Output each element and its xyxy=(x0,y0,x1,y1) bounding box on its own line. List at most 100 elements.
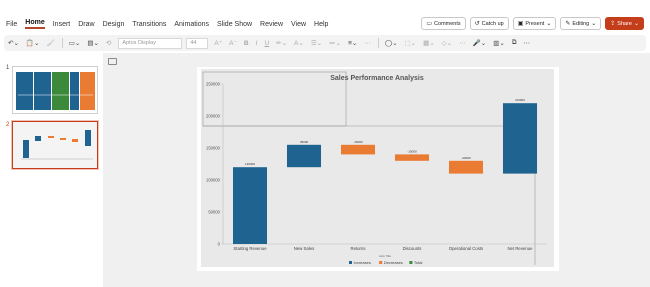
add-ins-icon[interactable]: ⧉ xyxy=(512,39,517,47)
menu-home[interactable]: Home xyxy=(25,19,45,29)
bar-operational-costs[interactable] xyxy=(448,160,484,174)
editing-button[interactable]: ✎ Editing ⌄ xyxy=(560,17,602,30)
menu-insert[interactable]: Insert xyxy=(53,21,71,28)
align-icon[interactable]: ≡⌄ xyxy=(348,39,357,47)
bar-starting-revenue[interactable] xyxy=(232,167,268,244)
bar-data-label: -15000 xyxy=(353,140,363,144)
pencil-icon: ✎ xyxy=(565,21,571,27)
font-color-icon[interactable]: A⌄ xyxy=(294,39,304,47)
ribbon-toolbar: ↶⌄ 📋⌄ 🖌 ▭⌄ ▤⌄ ⟲ Aptos Display 44 A⁺ A⁻ B… xyxy=(4,35,646,51)
menu-help[interactable]: Help xyxy=(314,21,328,28)
share-label: Share xyxy=(617,20,632,27)
shape-outline-icon[interactable]: ◇⌄ xyxy=(442,39,452,47)
slide-thumbnail-2[interactable] xyxy=(11,120,99,170)
bar-net-revenue[interactable] xyxy=(502,103,538,174)
legend-label: Increases xyxy=(354,260,371,265)
designer-icon[interactable]: ▥⌄ xyxy=(493,39,505,47)
menu-file[interactable]: File xyxy=(6,21,17,28)
decrease-font-icon[interactable]: A⁻ xyxy=(229,39,237,47)
x-tick-label: Starting Revenue xyxy=(233,246,267,251)
slide-2-preview xyxy=(13,122,97,168)
menu-view[interactable]: View xyxy=(291,21,306,28)
present-button[interactable]: ▣ Present ⌄ xyxy=(512,17,557,30)
thumbnail-number: 1 xyxy=(6,65,10,71)
menu-slide-show[interactable]: Slide Show xyxy=(217,21,252,28)
legend-label: Decreases xyxy=(384,260,403,265)
legend-swatch xyxy=(379,261,383,264)
legend-swatch xyxy=(349,261,352,264)
catchup-label: Catch up xyxy=(481,20,504,27)
bar-new-sales[interactable] xyxy=(286,144,322,168)
chart-object[interactable]: Sales Performance Analysis 0 50000 100000 1… xyxy=(201,69,554,267)
x-tick-label: Discounts xyxy=(403,246,422,251)
bar-data-label: -20000 xyxy=(461,156,471,160)
menu-review[interactable]: Review xyxy=(260,21,283,28)
x-tick-label: New Sales xyxy=(294,246,315,251)
legend-swatch xyxy=(409,261,413,264)
menu-design[interactable]: Design xyxy=(103,21,125,28)
y-tick-label: 250000 xyxy=(206,82,221,87)
dictate-icon[interactable]: 🎤⌄ xyxy=(473,39,487,47)
catchup-button[interactable]: ↺ Catch up xyxy=(469,17,509,30)
waterfall-chart: Sales Performance Analysis 0500001000001… xyxy=(201,69,554,267)
slide-canvas: Sales Performance Analysis 0 50000 100000 1… xyxy=(103,53,650,287)
ribbon-divider xyxy=(61,38,63,48)
layout-icon[interactable]: ▤⌄ xyxy=(87,39,99,47)
italic-icon[interactable]: I xyxy=(256,40,258,47)
top-right-actions: ▭ Comments ↺ Catch up ▣ Present ⌄ ✎ Edit… xyxy=(421,17,644,30)
x-tick-label: Operational Costs xyxy=(449,246,483,251)
bar-data-label: 120000 xyxy=(245,162,255,166)
more-paragraph-icon[interactable]: ⋯ xyxy=(364,39,371,47)
present-icon: ▣ xyxy=(517,21,524,27)
y-tick-label: 150000 xyxy=(206,146,221,151)
undo-icon[interactable]: ↶⌄ xyxy=(8,39,19,47)
slide-thumbnail-pane: 1 2 xyxy=(0,53,103,287)
y-tick-label: 200000 xyxy=(206,114,221,119)
share-icon: ⇪ xyxy=(610,21,616,27)
bold-icon[interactable]: B xyxy=(244,40,249,47)
more-options-icon[interactable]: ⋯ xyxy=(524,39,531,47)
powerpoint-window: File Home Insert Draw Design Transitions… xyxy=(0,0,650,287)
reuse-slides-icon[interactable]: ⟲ xyxy=(106,39,111,47)
font-name-field[interactable]: Aptos Display xyxy=(118,37,183,49)
comment-icon: ▭ xyxy=(426,21,433,27)
thumbnail-number: 2 xyxy=(6,122,10,128)
underline-icon[interactable]: U xyxy=(264,40,269,47)
arrange-icon[interactable]: ⬚⌄ xyxy=(405,39,417,47)
chevron-down-icon: ⌄ xyxy=(546,21,552,27)
increase-font-icon[interactable]: A⁺ xyxy=(214,39,222,47)
comments-label: Comments xyxy=(434,20,461,27)
shapes-icon[interactable]: ◯⌄ xyxy=(385,39,398,47)
font-size-field[interactable]: 44 xyxy=(186,37,209,49)
menu-bar: File Home Insert Draw Design Transitions… xyxy=(0,14,650,34)
highlight-icon[interactable]: ✏⌄ xyxy=(276,39,287,47)
slide-1-preview xyxy=(16,72,95,110)
menu-animations[interactable]: Animations xyxy=(174,21,209,28)
bullets-icon[interactable]: ☰⌄ xyxy=(311,39,322,47)
new-slide-icon[interactable]: ▭⌄ xyxy=(69,39,81,47)
slide-thumbnail-1[interactable] xyxy=(12,66,98,114)
y-tick-label: 100000 xyxy=(206,178,221,183)
bar-discounts[interactable] xyxy=(394,154,430,161)
share-button[interactable]: ⇪ Share ⌄ xyxy=(605,17,644,30)
ribbon-divider xyxy=(377,38,379,48)
comments-button[interactable]: ▭ Comments xyxy=(421,17,466,30)
bar-data-label: 110000 xyxy=(515,98,525,102)
slide[interactable]: Sales Performance Analysis 0 50000 100000 1… xyxy=(197,67,559,271)
paste-icon[interactable]: 📋⌄ xyxy=(26,39,40,47)
numbering-icon[interactable]: ≔⌄ xyxy=(329,39,341,47)
more-drawing-icon[interactable]: ⋯ xyxy=(459,39,466,47)
menu-draw[interactable]: Draw xyxy=(78,21,94,28)
bar-returns[interactable] xyxy=(340,144,376,155)
format-painter-icon[interactable]: 🖌 xyxy=(46,39,54,47)
present-label: Present xyxy=(525,20,545,27)
legend-label: Total xyxy=(414,260,423,265)
bar-data-label: -10000 xyxy=(407,149,417,153)
shape-fill-icon[interactable]: ▦⌄ xyxy=(423,39,435,47)
menu-transitions[interactable]: Transitions xyxy=(132,21,166,28)
x-axis-title: Axis Title xyxy=(379,254,391,258)
panel-toggle-icon[interactable] xyxy=(108,58,117,65)
chevron-down-icon: ⌄ xyxy=(633,21,639,27)
x-tick-label: Returns xyxy=(350,246,365,251)
catchup-icon: ↺ xyxy=(474,21,480,27)
